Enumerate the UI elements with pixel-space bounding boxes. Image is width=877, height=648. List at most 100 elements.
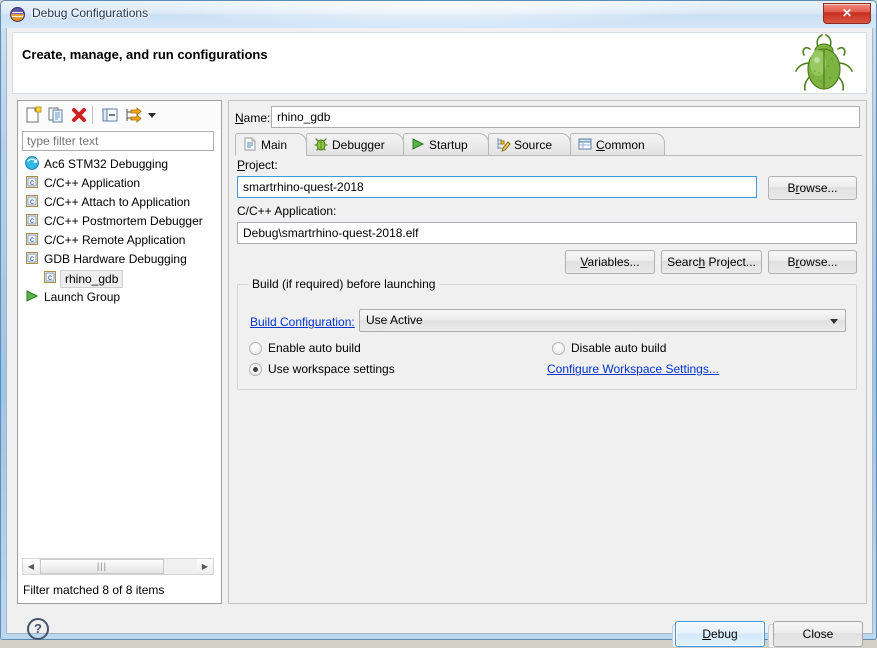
- common-table-icon: [577, 136, 593, 152]
- configuration-name-input[interactable]: [271, 106, 860, 128]
- dialog-banner: Create, manage, and run configurations: [12, 32, 867, 94]
- filter-input[interactable]: [22, 131, 214, 151]
- build-configuration-value: Use Active: [366, 313, 423, 327]
- tree-item-launch-group[interactable]: Launch Group: [20, 288, 219, 307]
- tab-label: Source: [514, 138, 552, 152]
- svg-text:c: c: [30, 254, 34, 263]
- project-label: Project:: [237, 158, 278, 172]
- green-play-icon: [24, 288, 42, 307]
- tree-item-label: rhino_gdb: [60, 270, 123, 288]
- window-titlebar: Debug Configurations ✕: [1, 1, 876, 28]
- green-play-icon: [410, 136, 426, 152]
- tree-item-label: C/C++ Remote Application: [42, 231, 185, 250]
- debug-configurations-window: Debug Configurations ✕ Create, manage, a…: [0, 0, 877, 640]
- source-pencil-icon: [495, 136, 511, 152]
- configuration-tabs: Main Debugger: [235, 133, 862, 156]
- main-tab-content: Project: Browse... C/C++ Application: Va…: [235, 156, 862, 596]
- radio-enable-auto-build[interactable]: [249, 342, 262, 355]
- chevron-down-icon: [830, 319, 838, 324]
- tab-common[interactable]: Common: [570, 133, 665, 156]
- tree-item-cpp-postmortem-debugger[interactable]: c C/C++ Postmortem Debugger: [20, 212, 219, 231]
- tree-item-label: GDB Hardware Debugging: [42, 250, 187, 269]
- help-button[interactable]: ?: [27, 618, 49, 640]
- tree-item-label: Launch Group: [42, 288, 120, 307]
- build-configuration-combo[interactable]: Use Active: [359, 309, 846, 332]
- build-configuration-link[interactable]: Build Configuration:: [250, 315, 355, 329]
- filter-arrow-icon[interactable]: [122, 104, 144, 126]
- tree-item-rhino-gdb[interactable]: c rhino_gdb: [20, 269, 219, 288]
- radio-disable-auto-build-label[interactable]: Disable auto build: [571, 341, 666, 355]
- chevron-down-icon[interactable]: [145, 104, 159, 126]
- tab-startup[interactable]: Startup: [403, 133, 489, 156]
- scroll-thumb[interactable]: |||: [40, 559, 164, 574]
- configure-workspace-settings-link[interactable]: Configure Workspace Settings...: [547, 362, 719, 376]
- tree-item-ac6-stm32-debugging[interactable]: Ac6 STM32 Debugging: [20, 155, 219, 174]
- radio-disable-auto-build[interactable]: [552, 342, 565, 355]
- tree-item-cpp-attach-to-application[interactable]: c C/C++ Attach to Application: [20, 193, 219, 212]
- tree-horizontal-scrollbar[interactable]: ◀ ||| ▶: [22, 558, 214, 575]
- radio-enable-auto-build-label[interactable]: Enable auto build: [268, 341, 361, 355]
- configurations-tree-panel: Ac6 STM32 Debugging c C/C++ Application: [17, 100, 222, 604]
- collapse-all-icon[interactable]: [99, 104, 121, 126]
- project-browse-button[interactable]: Browse...: [768, 176, 857, 200]
- tab-label: Startup: [429, 138, 468, 152]
- tree-item-label: C/C++ Application: [42, 174, 140, 193]
- titlebar-glow: [121, 1, 741, 28]
- tab-main[interactable]: Main: [235, 133, 307, 156]
- search-project-button[interactable]: Search Project...: [661, 250, 762, 274]
- window-title: Debug Configurations: [32, 6, 148, 20]
- tab-debugger[interactable]: Debugger: [306, 133, 404, 156]
- red-x-delete-icon[interactable]: [68, 104, 90, 126]
- tree-item-label: C/C++ Attach to Application: [42, 193, 190, 212]
- c-config-icon: c: [24, 174, 42, 193]
- page-title: Create, manage, and run configurations: [22, 47, 268, 62]
- configurations-tree[interactable]: Ac6 STM32 Debugging c C/C++ Application: [20, 155, 219, 555]
- debug-circle-icon: [10, 7, 25, 22]
- document-icon: [242, 136, 258, 152]
- close-dialog-button[interactable]: Close: [773, 621, 863, 647]
- tab-source[interactable]: Source: [488, 133, 571, 156]
- tab-label-common: C: [596, 138, 605, 152]
- tree-item-label: Ac6 STM32 Debugging: [42, 155, 168, 174]
- radio-use-workspace-settings-label[interactable]: Use workspace settings: [268, 362, 395, 376]
- svg-text:c: c: [48, 273, 52, 282]
- dialog-client-area: Create, manage, and run configurations: [6, 28, 873, 634]
- tab-label: Debugger: [332, 138, 385, 152]
- c-config-icon: c: [42, 269, 60, 288]
- svg-text:c: c: [30, 216, 34, 225]
- new-document-icon[interactable]: [22, 104, 44, 126]
- name-label: Name:: [235, 111, 270, 125]
- debug-button[interactable]: Debug: [675, 621, 765, 647]
- tree-item-cpp-remote-application[interactable]: c C/C++ Remote Application: [20, 231, 219, 250]
- app-browse-button[interactable]: Browse...: [768, 250, 857, 274]
- c-config-icon: c: [24, 231, 42, 250]
- svg-text:c: c: [30, 235, 34, 244]
- svg-text:c: c: [30, 197, 34, 206]
- green-bug-icon: [790, 33, 858, 95]
- build-group-label: Build (if required) before launching: [248, 277, 439, 291]
- variables-button[interactable]: Variables...: [565, 250, 655, 274]
- scroll-right-arrow[interactable]: ▶: [197, 559, 213, 574]
- c-config-icon: c: [24, 193, 42, 212]
- configuration-editor-panel: Name: Main: [228, 100, 867, 604]
- svg-text:c: c: [30, 178, 34, 187]
- tab-label: ommon: [605, 138, 645, 152]
- copy-document-icon[interactable]: [45, 104, 67, 126]
- tree-item-gdb-hardware-debugging[interactable]: c GDB Hardware Debugging: [20, 250, 219, 269]
- tree-item-label: C/C++ Postmortem Debugger: [42, 212, 203, 231]
- window-close-button[interactable]: ✕: [823, 3, 871, 24]
- tab-label: Main: [261, 138, 287, 152]
- build-group-box: Build (if required) before launching Bui…: [237, 284, 857, 390]
- tree-toolbar: [18, 101, 221, 129]
- c-config-icon: c: [24, 212, 42, 231]
- debugger-gear-icon: [313, 136, 329, 152]
- toolbar-separator: [92, 106, 93, 124]
- project-input[interactable]: [237, 176, 757, 198]
- application-label: C/C++ Application:: [237, 204, 336, 218]
- ac6-debug-icon: [24, 155, 42, 174]
- c-config-icon: c: [24, 250, 42, 269]
- radio-use-workspace-settings[interactable]: [249, 363, 262, 376]
- application-input[interactable]: [237, 222, 857, 244]
- scroll-left-arrow[interactable]: ◀: [23, 559, 39, 574]
- tree-item-cpp-application[interactable]: c C/C++ Application: [20, 174, 219, 193]
